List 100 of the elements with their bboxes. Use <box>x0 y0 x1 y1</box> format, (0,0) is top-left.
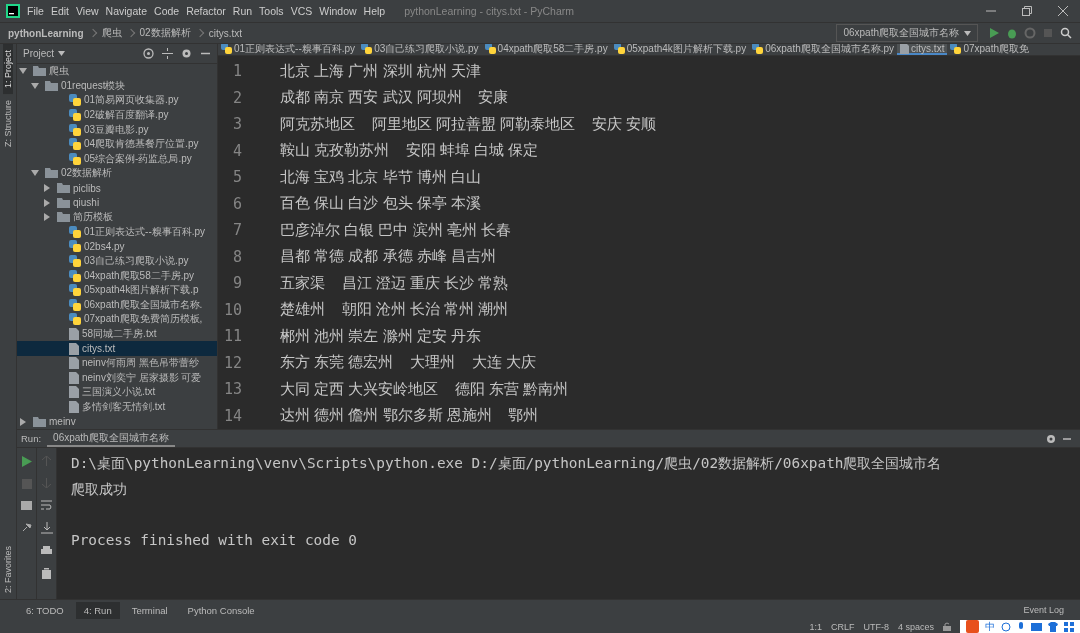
caret-icon[interactable] <box>58 51 66 56</box>
restore-icon[interactable] <box>1022 6 1032 16</box>
status-item[interactable]: 4 spaces <box>897 621 934 632</box>
tool-window-tab[interactable]: 6: TODO <box>18 601 72 619</box>
folder-icon <box>33 416 46 427</box>
pycharm-logo-icon <box>6 4 20 18</box>
breadcrumb[interactable]: citys.txt <box>208 27 243 39</box>
tree-item[interactable]: 07xpath爬取免费简历模板, <box>17 312 217 327</box>
menu-item[interactable]: Refactor <box>186 5 226 17</box>
menu-item[interactable]: View <box>76 5 99 17</box>
close-icon[interactable] <box>1058 6 1068 16</box>
tree-item[interactable]: citys.txt <box>17 341 217 356</box>
menu-item[interactable]: Edit <box>50 5 69 17</box>
run-icon[interactable] <box>988 27 1000 39</box>
tree-item[interactable]: 01request模块 <box>17 78 217 94</box>
shirt-icon[interactable] <box>1048 621 1058 632</box>
python-file-icon <box>69 123 81 136</box>
menu-item[interactable]: Navigate <box>105 5 148 17</box>
folder-icon <box>33 66 46 77</box>
python-file-icon <box>69 240 81 253</box>
breadcrumb[interactable]: pythonLearning <box>8 27 84 39</box>
python-file-icon <box>69 225 81 238</box>
tree-item[interactable]: 02bs4.py <box>17 239 217 254</box>
tree-item[interactable]: 01简易网页收集器.py <box>17 93 217 108</box>
tree-item[interactable]: neinv何雨周 黑色吊带蕾纱 <box>17 355 217 371</box>
python-file-icon <box>69 269 81 282</box>
menu-item[interactable]: VCS <box>290 5 313 17</box>
tool-window-tab[interactable]: Python Console <box>179 601 263 619</box>
tree-item[interactable]: 03自己练习爬取小说.py <box>17 253 217 269</box>
python-file-icon <box>752 44 764 54</box>
locate-icon[interactable] <box>143 48 154 59</box>
code-line: 北京 上海 广州 深圳 杭州 天津 <box>280 61 481 81</box>
tree-item[interactable]: qiushi <box>17 195 217 210</box>
panel-label: Run: <box>21 433 42 444</box>
tree-item[interactable]: 04爬取肯德基餐厅位置.py <box>17 136 217 152</box>
expand-arrow-icon[interactable] <box>19 417 27 426</box>
rerun-icon[interactable] <box>21 456 32 467</box>
tool-window-tab[interactable]: 1: Project <box>3 44 13 95</box>
tool-window-tab[interactable]: Z: Structure <box>3 94 13 154</box>
editor-tab[interactable]: 05xpath4k图片解析下载.py <box>610 44 750 55</box>
tree-item[interactable]: 02数据解析 <box>17 166 217 181</box>
tree-item[interactable]: 06xpath爬取全国城市名称. <box>17 297 217 313</box>
tree-item[interactable]: 三国演义小说.txt <box>17 385 217 400</box>
python-file-icon <box>69 138 81 151</box>
panel-title[interactable]: Project <box>23 48 55 59</box>
breadcrumb[interactable]: 02数据解析 <box>139 26 191 40</box>
tree-item[interactable]: 04xpath爬取58二手房.py <box>17 268 217 283</box>
menu-item[interactable]: Help <box>363 5 386 17</box>
print-icon[interactable] <box>41 546 52 556</box>
breadcrumb[interactable]: 爬虫 <box>101 26 122 40</box>
wrap-icon[interactable] <box>41 500 52 510</box>
lock-icon[interactable] <box>943 622 951 631</box>
tree-item[interactable]: 03豆瓣电影.py <box>17 122 217 137</box>
pin-icon[interactable] <box>21 522 32 532</box>
tool-window-tab[interactable]: 2: Favorites <box>3 539 13 599</box>
collapse-icon[interactable] <box>162 48 173 59</box>
scroll-end-icon[interactable] <box>40 522 53 534</box>
status-item[interactable]: CRLF <box>830 621 855 632</box>
menu-item[interactable]: File <box>27 5 44 17</box>
editor-tab[interactable]: citys.txt <box>897 44 948 55</box>
editor-tab[interactable]: 07xpath爬取免 <box>947 44 1033 55</box>
editor-tab[interactable]: 01正则表达式--糗事百科.py <box>218 44 359 55</box>
tree-item[interactable]: neinv刘奕宁 居家摄影 可爱 <box>17 370 217 386</box>
tree-item[interactable]: 爬虫 <box>17 64 217 79</box>
tree-item[interactable]: 05综合案例-药监总局.py <box>17 151 217 167</box>
keyboard-icon[interactable] <box>1031 622 1042 631</box>
run-tab[interactable]: 06xpath爬取全国城市名称 <box>47 430 175 447</box>
menu-item[interactable]: Window <box>319 5 357 17</box>
tree-item[interactable]: 01正则表达式--糗事百科.py <box>17 224 217 240</box>
search-icon[interactable] <box>1060 27 1072 39</box>
tree-item[interactable]: piclibs <box>17 180 217 196</box>
ime-mode[interactable]: 中 <box>985 619 995 633</box>
menu-item[interactable]: Run <box>232 5 253 17</box>
code-line: 昌都 常德 成都 承德 赤峰 昌吉州 <box>280 247 496 267</box>
tool-window-tab[interactable]: Terminal <box>123 601 176 619</box>
ime-toolbar[interactable]: 中 <box>960 620 1080 633</box>
tree-item[interactable]: 多情剑客无情剑.txt <box>17 399 217 415</box>
editor-tab[interactable]: 03自己练习爬取小说.py <box>358 44 482 55</box>
tree-item[interactable]: 02破解百度翻译.py <box>17 107 217 123</box>
tree-item[interactable]: meinv <box>17 414 217 429</box>
python-file-icon <box>69 255 81 267</box>
python-file-icon <box>69 94 81 107</box>
tree-item[interactable]: 简历模板 <box>17 209 217 225</box>
menu-item[interactable]: Tools <box>259 5 284 17</box>
python-file-icon <box>69 284 81 297</box>
menu-item[interactable]: Code <box>154 5 180 17</box>
status-item[interactable]: 1:1 <box>809 621 822 632</box>
trash-icon[interactable] <box>42 568 51 579</box>
microphone-icon[interactable] <box>1017 621 1025 632</box>
tree-item[interactable]: 05xpath4k图片解析下载.p <box>17 282 217 298</box>
grid-icon[interactable] <box>1064 621 1074 632</box>
tool-window-tab[interactable]: 4: Run <box>75 601 120 619</box>
line-number: 13 <box>222 380 243 399</box>
run-configuration-dropdown[interactable]: 06xpath爬取全国城市名称 <box>836 24 978 42</box>
status-item[interactable]: UTF-8 <box>863 621 889 632</box>
text-file-icon <box>69 357 79 370</box>
tree-item[interactable]: 58同城二手房.txt <box>17 326 217 342</box>
line-number: 2 <box>231 88 243 107</box>
event-log-button[interactable]: Event Log <box>1023 605 1080 615</box>
window-title: pythonLearning - citys.txt - PyCharm <box>404 5 575 17</box>
